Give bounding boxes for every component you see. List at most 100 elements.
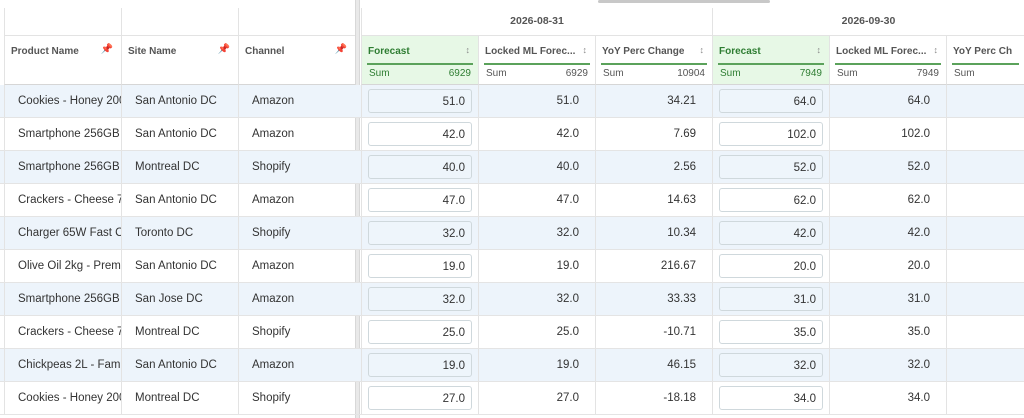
horizontal-scrollbar[interactable] bbox=[598, 0, 770, 3]
forecast-input[interactable]: 40.0 bbox=[368, 155, 472, 179]
sort-toggle-icon[interactable]: ↕ bbox=[817, 45, 822, 55]
forecast-input[interactable]: 35.0 bbox=[719, 320, 823, 344]
product-name-cell: Smartphone 256GB bbox=[4, 151, 121, 183]
sort-toggle-icon[interactable]: ↕ bbox=[700, 45, 705, 55]
aggregate-label: Sum bbox=[837, 68, 858, 79]
pinned-group-header-blank bbox=[4, 8, 121, 36]
product-name-cell: Crackers - Cheese 7 bbox=[4, 184, 121, 216]
locked-forecast-cell: 47.0 bbox=[478, 184, 595, 216]
sort-toggle-icon[interactable]: ↕ bbox=[466, 45, 471, 55]
forecast-input[interactable]: 42.0 bbox=[719, 221, 823, 245]
forecast-cell: 52.0 bbox=[712, 151, 829, 183]
date-group-header: 2026-09-30 bbox=[712, 8, 1024, 36]
forecast-input[interactable]: 32.0 bbox=[719, 353, 823, 377]
forecast-cell: 64.0 bbox=[712, 85, 829, 117]
aggregate-value: 7949 bbox=[799, 68, 822, 79]
table-row: Smartphone 256GB San Antonio DC Amazon 42.0… bbox=[0, 118, 1024, 151]
column-header-locked[interactable]: Locked ML Forec... ↕ Sum 6929 bbox=[478, 36, 595, 85]
forecast-input[interactable]: 64.0 bbox=[719, 89, 823, 113]
column-header-label: Forecast bbox=[368, 46, 410, 57]
forecast-input[interactable]: 19.0 bbox=[368, 254, 472, 278]
site-name-cell: Montreal DC bbox=[121, 151, 238, 183]
aggregate-value: 6929 bbox=[448, 68, 471, 79]
channel-cell: Amazon bbox=[238, 349, 355, 381]
table-row: Olive Oil 2kg - Premi San Antonio DC Amazo… bbox=[0, 250, 1024, 283]
column-header-yoy[interactable]: YoY Perc Change ↕ Sum 10904 bbox=[595, 36, 712, 85]
sort-toggle-icon[interactable]: ↕ bbox=[583, 45, 588, 55]
forecast-input[interactable]: 34.0 bbox=[719, 386, 823, 410]
yoy-change-cell bbox=[946, 349, 1024, 381]
forecast-input[interactable]: 32.0 bbox=[368, 221, 472, 245]
forecast-input[interactable]: 32.0 bbox=[368, 287, 472, 311]
forecast-cell: 51.0 bbox=[361, 85, 478, 117]
column-header-channel[interactable]: Channel 📌 bbox=[238, 36, 355, 85]
yoy-change-cell: 7.69 bbox=[595, 118, 712, 150]
sort-toggle-icon[interactable]: ↕ bbox=[934, 45, 939, 55]
column-aggregate: Sum 6929 bbox=[484, 63, 590, 84]
yoy-change-cell bbox=[946, 151, 1024, 183]
yoy-change-cell bbox=[946, 382, 1024, 414]
locked-forecast-cell: 35.0 bbox=[829, 316, 946, 348]
column-aggregate: Sum 7949 bbox=[835, 63, 941, 84]
column-header-product-name[interactable]: Product Name 📌 bbox=[4, 36, 121, 85]
product-name-cell: Cookies - Honey 200 bbox=[4, 382, 121, 414]
yoy-change-cell: 34.21 bbox=[595, 85, 712, 117]
column-header-forecast[interactable]: Forecast ↕ Sum 7949 bbox=[712, 36, 829, 85]
forecast-input[interactable]: 27.0 bbox=[368, 386, 472, 410]
forecast-input[interactable]: 102.0 bbox=[719, 122, 823, 146]
forecast-input[interactable]: 19.0 bbox=[368, 353, 472, 377]
column-header-site-name[interactable]: Site Name 📌 bbox=[121, 36, 238, 85]
forecast-cell: 42.0 bbox=[712, 217, 829, 249]
yoy-change-cell: 14.63 bbox=[595, 184, 712, 216]
forecast-input[interactable]: 51.0 bbox=[368, 89, 472, 113]
yoy-change-cell: 46.15 bbox=[595, 349, 712, 381]
locked-forecast-cell: 32.0 bbox=[478, 217, 595, 249]
channel-cell: Amazon bbox=[238, 118, 355, 150]
date-group-header: 2026-08-31 bbox=[361, 8, 712, 36]
column-header-locked[interactable]: Locked ML Forec... ↕ Sum 7949 bbox=[829, 36, 946, 85]
product-name-cell: Olive Oil 2kg - Premi bbox=[4, 250, 121, 282]
product-name-cell: Smartphone 256GB bbox=[4, 283, 121, 315]
aggregate-label: Sum bbox=[369, 68, 390, 79]
forecast-input[interactable]: 42.0 bbox=[368, 122, 472, 146]
forecast-input[interactable]: 62.0 bbox=[719, 188, 823, 212]
column-header-yoy[interactable]: YoY Perc Ch Sum bbox=[946, 36, 1024, 85]
aggregate-value: 6929 bbox=[565, 68, 588, 79]
locked-forecast-cell: 40.0 bbox=[478, 151, 595, 183]
yoy-change-cell: -10.71 bbox=[595, 316, 712, 348]
channel-cell: Amazon bbox=[238, 184, 355, 216]
site-name-cell: San Antonio DC bbox=[121, 250, 238, 282]
forecast-input[interactable]: 47.0 bbox=[368, 188, 472, 212]
locked-forecast-cell: 34.0 bbox=[829, 382, 946, 414]
locked-forecast-cell: 25.0 bbox=[478, 316, 595, 348]
locked-forecast-cell: 42.0 bbox=[478, 118, 595, 150]
pin-icon[interactable]: 📌 bbox=[218, 44, 230, 55]
yoy-change-cell bbox=[946, 184, 1024, 216]
column-header-forecast[interactable]: Forecast ↕ Sum 6929 bbox=[361, 36, 478, 85]
locked-forecast-cell: 32.0 bbox=[829, 349, 946, 381]
table-row: Crackers - Cheese 7 Montreal DC Shopify 25.… bbox=[0, 316, 1024, 349]
yoy-change-cell bbox=[946, 250, 1024, 282]
aggregate-value: 7949 bbox=[916, 68, 939, 79]
forecast-cell: 32.0 bbox=[712, 349, 829, 381]
forecast-cell: 47.0 bbox=[361, 184, 478, 216]
locked-forecast-cell: 52.0 bbox=[829, 151, 946, 183]
column-header-label: YoY Perc Change bbox=[602, 46, 685, 57]
yoy-change-cell bbox=[946, 118, 1024, 150]
product-name-cell: Chickpeas 2L - Fami bbox=[4, 349, 121, 381]
forecast-input[interactable]: 52.0 bbox=[719, 155, 823, 179]
column-header-label: YoY Perc Ch bbox=[953, 46, 1013, 57]
forecast-input[interactable]: 20.0 bbox=[719, 254, 823, 278]
forecast-input[interactable]: 25.0 bbox=[368, 320, 472, 344]
forecast-data-grid: Product Name 📌 Site Name 📌 Channel 📌 2026-08-3… bbox=[0, 0, 1024, 418]
yoy-change-cell: 10.34 bbox=[595, 217, 712, 249]
table-row: Cookies - Honey 200 Montreal DC Shopify 27.… bbox=[0, 382, 1024, 415]
pin-icon[interactable]: 📌 bbox=[101, 44, 113, 55]
product-name-cell: Crackers - Cheese 7 bbox=[4, 316, 121, 348]
yoy-change-cell bbox=[946, 217, 1024, 249]
locked-forecast-cell: 19.0 bbox=[478, 250, 595, 282]
pin-icon[interactable]: 📌 bbox=[335, 44, 347, 55]
forecast-cell: 34.0 bbox=[712, 382, 829, 414]
forecast-cell: 32.0 bbox=[361, 217, 478, 249]
forecast-input[interactable]: 31.0 bbox=[719, 287, 823, 311]
